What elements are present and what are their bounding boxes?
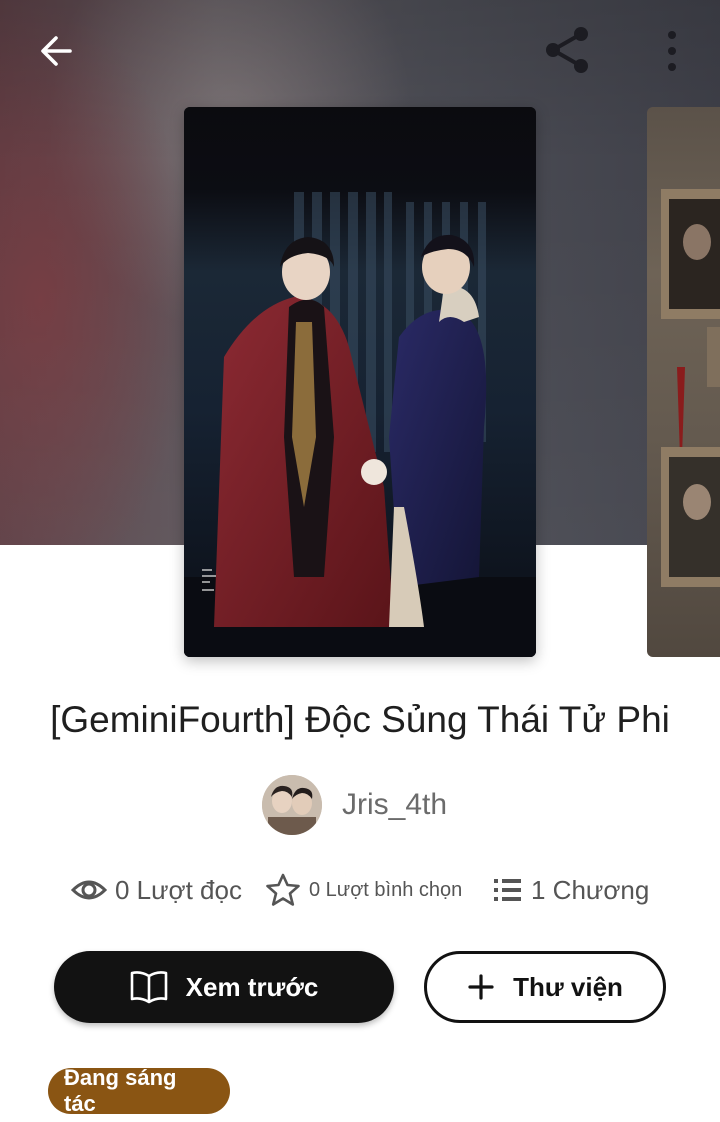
preview-button[interactable]: Xem trước [54,951,394,1023]
library-label: Thư viện [513,971,623,1002]
open-book-icon [130,970,168,1004]
more-vertical-icon [668,31,676,71]
chapters-stat: 1 Chương [493,868,649,912]
story-cover-image[interactable] [184,107,536,657]
plus-icon [467,973,495,1001]
preview-label: Xem trước [185,971,319,1002]
chapters-count: 1 Chương [531,874,650,905]
cover-artwork [184,107,536,657]
more-options-button[interactable] [644,23,700,79]
share-icon [546,27,588,73]
share-button[interactable] [539,22,595,78]
list-icon [494,879,521,901]
votes-stat: 0 Lượt bình chọn [265,868,462,912]
votes-count: 0 Lượt bình chọn [309,878,463,901]
story-stats: 0 Lượt đọc 0 Lượt bình chọn 1 Chương [0,868,720,912]
next-cover-artwork [661,189,720,587]
author-link[interactable]: Jris_4th [262,775,447,835]
eye-icon [71,880,107,900]
star-outline-icon [266,873,300,906]
avatar [262,775,322,835]
arrow-left-icon [41,36,72,66]
status-badge: Đang sáng tác [48,1065,230,1116]
back-button[interactable] [28,23,84,79]
add-to-library-button[interactable]: Thư viện [424,951,666,1023]
reads-count: 0 Lượt đọc [115,874,242,905]
next-story-cover-image[interactable] [647,107,720,657]
author-name: Jris_4th [342,788,448,821]
story-title: [GeminiFourth] Độc Sủng Thái Tử Phi [50,699,670,740]
reads-stat: 0 Lượt đọc [71,868,242,912]
story-detail-screen: [GeminiFourth] Độc Sủng Thái Tử Phi Jris… [0,0,720,1122]
